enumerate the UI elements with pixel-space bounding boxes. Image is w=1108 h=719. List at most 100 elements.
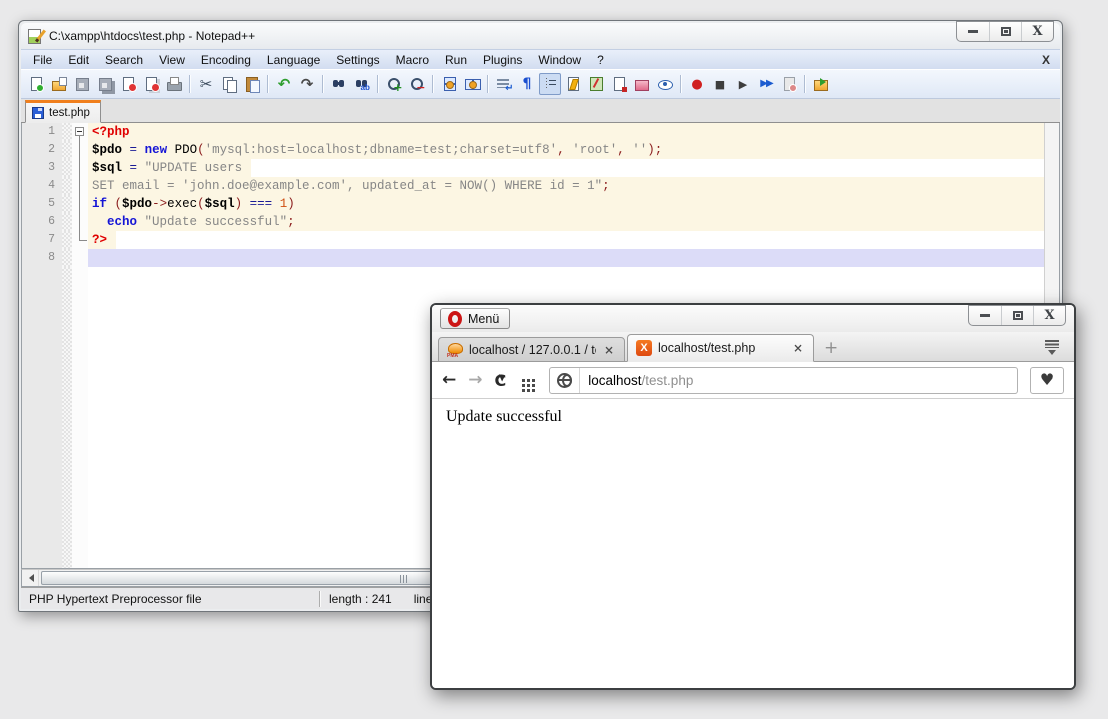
close-tab-icon[interactable]: × <box>791 341 805 355</box>
bookmark-margin[interactable] <box>62 195 72 213</box>
fold-collapse-icon[interactable] <box>75 127 84 136</box>
closed-tabs-menu-icon[interactable] <box>1044 340 1060 355</box>
tab-test-php[interactable]: test.php <box>25 100 101 123</box>
menu-bar: File Edit Search View Encoding Language Settin… <box>21 49 1060 69</box>
copy-button[interactable] <box>218 73 240 95</box>
minimize-button[interactable] <box>969 306 1001 325</box>
menu-settings[interactable]: Settings <box>328 51 387 69</box>
zoom-out-button[interactable] <box>406 73 428 95</box>
notepad-titlebar[interactable]: C:\xampp\htdocs\test.php - Notepad++ X <box>21 21 1060 49</box>
paste-button[interactable] <box>241 73 263 95</box>
close-button[interactable]: X <box>1021 22 1053 41</box>
opera-menu-button[interactable]: Menü <box>440 308 511 329</box>
cut-button[interactable]: ✂ <box>195 73 217 95</box>
fold-margin <box>72 249 88 267</box>
opera-window: Menü X localhost / 127.0.0.1 / test×Xloc… <box>430 303 1076 690</box>
scroll-left-button[interactable] <box>22 570 39 586</box>
bookmark-margin[interactable] <box>62 231 72 249</box>
opera-titlebar[interactable]: Menü X <box>432 305 1074 332</box>
sync-horizontal-button[interactable] <box>461 73 483 95</box>
toolbar-separator <box>377 75 379 93</box>
window-title: C:\xampp\htdocs\test.php - Notepad++ <box>49 29 256 43</box>
menu-view[interactable]: View <box>151 51 193 69</box>
find-icon <box>331 76 348 92</box>
bookmark-margin[interactable] <box>62 249 72 267</box>
bookmark-margin[interactable] <box>62 177 72 195</box>
length-status: length : 241 <box>329 591 392 606</box>
menu-encoding[interactable]: Encoding <box>193 51 259 69</box>
save-button[interactable] <box>71 73 93 95</box>
save-all-icon <box>97 76 114 92</box>
toolbar-separator <box>432 75 434 93</box>
sync-vertical-button[interactable] <box>438 73 460 95</box>
macro-run-multiple-button[interactable]: ▶▶ <box>755 73 777 95</box>
paste-icon <box>244 76 261 93</box>
close-button[interactable]: X <box>1033 306 1065 325</box>
replace-button[interactable] <box>351 73 373 95</box>
undo-icon: ↶ <box>277 74 291 93</box>
maximize-button[interactable] <box>989 22 1021 41</box>
zoom-in-button[interactable] <box>383 73 405 95</box>
macro-stop-icon: ■ <box>714 77 726 91</box>
macro-save-button[interactable] <box>778 73 800 95</box>
xampp-icon: X <box>636 340 652 356</box>
open-file-button[interactable] <box>48 73 70 95</box>
site-info-button[interactable] <box>550 367 581 393</box>
bookmark-margin[interactable] <box>62 159 72 177</box>
macro-stop-button[interactable]: ■ <box>709 73 731 95</box>
folder-as-workspace-button[interactable] <box>631 73 653 95</box>
close-tab-icon[interactable]: × <box>602 343 616 357</box>
line-number: 3 <box>22 159 62 177</box>
menu-file[interactable]: File <box>25 51 60 69</box>
browser-tab-2[interactable]: Xlocalhost/test.php × <box>627 334 814 362</box>
macro-playback-button[interactable]: ▶ <box>732 73 754 95</box>
speed-dial-icon[interactable] <box>522 378 526 382</box>
new-file-button[interactable] <box>25 73 47 95</box>
close-all-button[interactable] <box>140 73 162 95</box>
show-all-characters-button[interactable]: ¶ <box>516 73 538 95</box>
bookmark-margin[interactable] <box>62 141 72 159</box>
url-field[interactable]: localhost/test.php <box>549 366 1018 394</box>
tab-title: localhost / 127.0.0.1 / test <box>469 342 596 357</box>
undo-button[interactable]: ↶ <box>273 73 295 95</box>
menu-plugins[interactable]: Plugins <box>475 51 530 69</box>
menu-search[interactable]: Search <box>97 51 151 69</box>
close-button[interactable] <box>117 73 139 95</box>
line-number: 1 <box>22 123 62 141</box>
menu-edit[interactable]: Edit <box>60 51 97 69</box>
fold-margin[interactable] <box>72 123 88 141</box>
redo-button[interactable]: ↷ <box>296 73 318 95</box>
menubar-close-icon[interactable]: X <box>1042 53 1050 67</box>
macro-record-button[interactable]: ● <box>686 73 708 95</box>
maximize-button[interactable] <box>1001 306 1033 325</box>
new-tab-button[interactable]: + <box>824 340 838 357</box>
maximize-icon <box>1012 311 1023 320</box>
bookmark-margin[interactable] <box>62 123 72 141</box>
show-indent-guide-button[interactable] <box>539 73 561 95</box>
sync-horizontal-icon <box>464 76 481 92</box>
menu-macro[interactable]: Macro <box>388 51 437 69</box>
bookmark-button[interactable]: ♥ <box>1030 366 1064 394</box>
menu-run[interactable]: Run <box>437 51 475 69</box>
toolbar-separator <box>267 75 269 93</box>
word-wrap-button[interactable] <box>493 73 515 95</box>
file-monitoring-button[interactable] <box>654 73 676 95</box>
document-switcher-button[interactable] <box>608 73 630 95</box>
function-completion-button[interactable] <box>562 73 584 95</box>
forward-button[interactable]: → <box>468 371 482 389</box>
document-map-button[interactable] <box>585 73 607 95</box>
back-button[interactable]: ← <box>442 371 456 389</box>
browser-tab-1[interactable]: localhost / 127.0.0.1 / test × <box>438 337 625 362</box>
minimize-button[interactable] <box>957 22 989 41</box>
print-button[interactable] <box>163 73 185 95</box>
menu-language[interactable]: Language <box>259 51 328 69</box>
reload-button[interactable]: C <box>495 371 507 390</box>
save-all-button[interactable] <box>94 73 116 95</box>
menu-help[interactable]: ? <box>589 51 612 69</box>
menu-window[interactable]: Window <box>530 51 589 69</box>
bookmark-margin[interactable] <box>62 213 72 231</box>
fold-margin <box>72 213 88 231</box>
code-text-highlight: ?> <box>88 231 117 249</box>
load-session-button[interactable] <box>810 73 832 95</box>
find-button[interactable] <box>328 73 350 95</box>
